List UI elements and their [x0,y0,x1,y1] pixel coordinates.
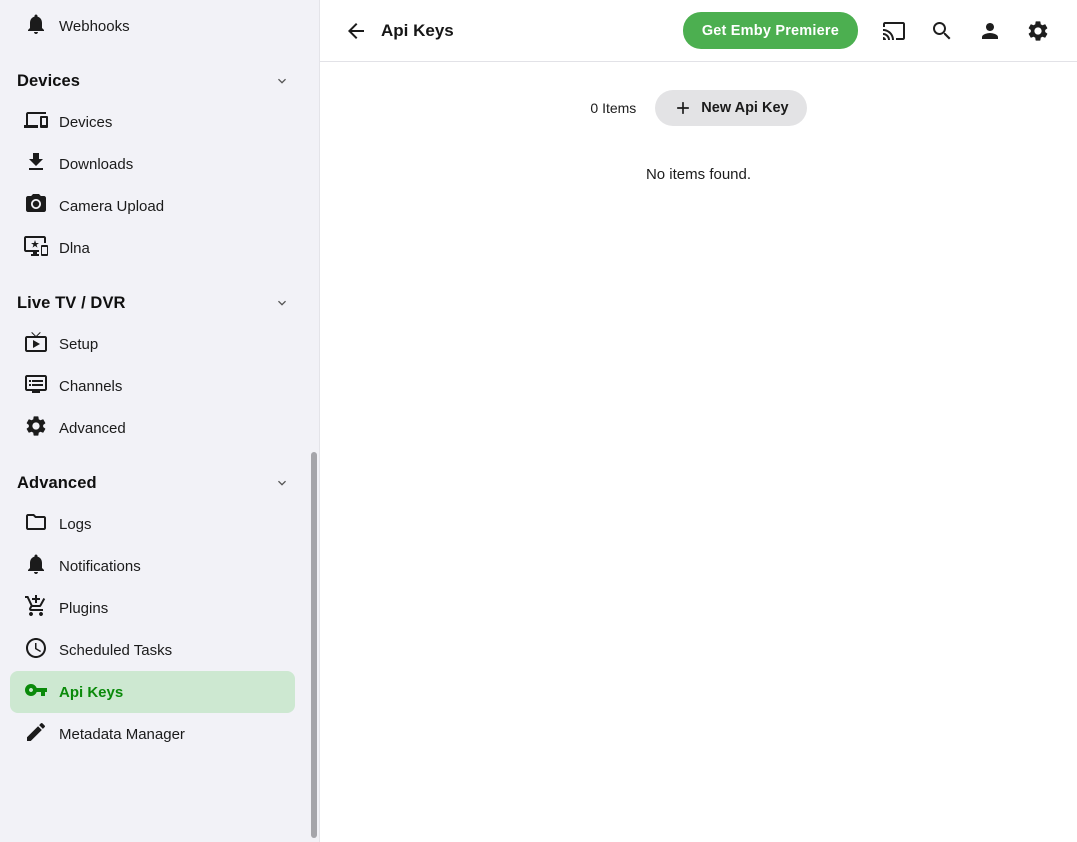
camera-icon [24,192,48,221]
get-emby-premiere-button[interactable]: Get Emby Premiere [683,12,858,49]
sidebar-item-plugins[interactable]: Plugins [10,587,295,629]
arrow-back-icon [344,19,368,43]
add-shopping-cart-icon [24,594,48,623]
pencil-icon [24,720,48,749]
sidebar-item-dlna[interactable]: Dlna [10,227,295,269]
page-title: Api Keys [381,21,454,41]
sidebar-item-metadata-manager[interactable]: Metadata Manager [10,713,295,755]
folder-icon [24,510,48,539]
sidebar-item-label: Api Keys [59,684,123,701]
download-icon [24,150,48,179]
sidebar-item-label: Scheduled Tasks [59,642,172,659]
content-toolbar: 0 Items New Api Key [320,90,1077,126]
chevron-down-icon [274,475,290,491]
cast-button[interactable] [882,19,906,43]
live-tv-icon [24,330,48,359]
settings-button[interactable] [1026,19,1050,43]
app-header: Api Keys Get Emby Premiere [320,0,1077,62]
empty-state-message: No items found. [320,166,1077,183]
sidebar-item-livetv-advanced[interactable]: Advanced [10,407,295,449]
person-icon [978,19,1002,43]
sidebar: Webhooks Devices Devices Downloads Camer… [0,0,320,842]
sidebar-item-label: Setup [59,336,98,353]
dvr-icon [24,372,48,401]
sidebar-item-label: Downloads [59,156,133,173]
search-button[interactable] [930,19,954,43]
sidebar-item-notifications[interactable]: Notifications [10,545,295,587]
new-api-key-button-label: New Api Key [701,100,788,116]
gear-icon [1026,19,1050,43]
chevron-down-icon [274,73,290,89]
section-header-label: Live TV / DVR [17,294,274,313]
clock-icon [24,636,48,665]
sidebar-item-logs[interactable]: Logs [10,503,295,545]
sidebar-item-label: Camera Upload [59,198,164,215]
section-header-label: Advanced [17,474,274,493]
new-api-key-button[interactable]: New Api Key [655,90,806,126]
section-header-label: Devices [17,72,274,91]
bell-icon [24,552,48,581]
cast-icon [882,19,906,43]
sidebar-item-devices[interactable]: Devices [10,101,295,143]
key-icon [24,678,48,707]
search-icon [930,19,954,43]
sidebar-section-devices[interactable]: Devices [0,61,319,101]
chevron-down-icon [274,295,290,311]
back-button[interactable] [344,19,368,43]
sidebar-item-label: Logs [59,516,92,533]
user-button[interactable] [978,19,1002,43]
sidebar-section-advanced[interactable]: Advanced [0,463,319,503]
sidebar-item-label: Webhooks [59,18,130,35]
sidebar-scrollbar[interactable] [311,452,317,838]
sidebar-item-label: Notifications [59,558,141,575]
plus-icon [673,98,693,118]
items-count: 0 Items [590,100,636,116]
sidebar-item-label: Advanced [59,420,126,437]
sidebar-item-webhooks[interactable]: Webhooks [10,5,295,47]
important-devices-icon [24,234,48,263]
content-area: 0 Items New Api Key No items found. [320,62,1077,183]
gear-icon [24,414,48,443]
bell-icon [24,12,48,41]
sidebar-item-label: Plugins [59,600,108,617]
sidebar-item-setup[interactable]: Setup [10,323,295,365]
sidebar-item-label: Devices [59,114,112,131]
sidebar-item-api-keys[interactable]: Api Keys [10,671,295,713]
sidebar-section-live-tv-dvr[interactable]: Live TV / DVR [0,283,319,323]
sidebar-item-scheduled-tasks[interactable]: Scheduled Tasks [10,629,295,671]
devices-icon [24,108,48,137]
main-area: Api Keys Get Emby Premiere 0 Items New A… [320,0,1077,842]
sidebar-item-label: Channels [59,378,122,395]
sidebar-item-downloads[interactable]: Downloads [10,143,295,185]
sidebar-item-camera-upload[interactable]: Camera Upload [10,185,295,227]
sidebar-item-channels[interactable]: Channels [10,365,295,407]
sidebar-item-label: Metadata Manager [59,726,185,743]
sidebar-item-label: Dlna [59,240,90,257]
